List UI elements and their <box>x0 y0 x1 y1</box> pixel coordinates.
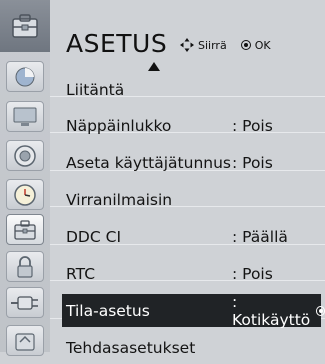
menu-item-nappainlukko[interactable]: Näppäinlukko : Pois <box>62 109 321 142</box>
menu-item-value: : Kotikäyttö <box>232 292 311 329</box>
usb-icon[interactable] <box>6 325 44 356</box>
menu-item-label: Näppäinlukko <box>66 116 172 135</box>
menu-item-label: RTC <box>66 264 96 283</box>
menu-item-label: Tehdasasetukset <box>66 338 196 357</box>
category-sidebar <box>0 0 50 356</box>
menu-item-ddc-ci[interactable]: DDC CI : Päällä <box>62 220 321 253</box>
ok-button-icon <box>240 40 251 50</box>
menu-item-label: DDC CI <box>66 227 122 246</box>
menu-item-liitanta[interactable]: Liitäntä <box>62 73 321 106</box>
picture-icon[interactable] <box>6 61 44 92</box>
nav-hint: Siirrä OK <box>180 38 271 52</box>
monitor-icon[interactable] <box>6 101 44 132</box>
menu-item-rtc[interactable]: RTC : Pois <box>62 257 321 290</box>
lock-icon[interactable] <box>6 251 44 282</box>
menu-item-value: : Pois <box>232 116 273 135</box>
nav-ok-label: OK <box>254 38 271 52</box>
settings-header-icon <box>0 0 50 52</box>
menu-item-tehdasasetukset[interactable]: Tehdasasetukset <box>62 331 321 364</box>
menu-item-label: Liitäntä <box>66 80 125 99</box>
menu-item-label: Tila-asetus <box>66 301 150 320</box>
speaker-icon[interactable] <box>6 140 44 171</box>
clock-icon[interactable] <box>6 179 44 210</box>
nav-ok-hint: OK <box>240 38 271 52</box>
menu-item-value: : Päällä <box>232 227 288 246</box>
nav-move-label: Siirrä <box>198 38 227 52</box>
menu-item-virranilmaisin[interactable]: Virranilmaisin <box>62 183 321 216</box>
nav-move-hint: Siirrä <box>180 38 227 52</box>
menu-item-label: Aseta käyttäjätunnus <box>66 153 231 172</box>
menu-item-value: : Pois <box>232 264 273 283</box>
menu-item-value-wrap: : Kotikäyttö <box>232 293 325 329</box>
move-arrows-icon <box>180 38 194 52</box>
menu-item-label: Virranilmaisin <box>66 190 173 209</box>
scroll-up-arrow-icon[interactable] <box>148 62 160 71</box>
menu-item-value: : Pois <box>232 153 273 172</box>
input-plug-icon[interactable] <box>6 287 44 318</box>
ok-select-icon <box>316 305 325 316</box>
osd-window: ASETUS Siirrä OK Liitäntä Näppäinlukko :… <box>0 0 325 357</box>
menu-item-tila-asetus[interactable]: Tila-asetus : Kotikäyttö <box>62 293 325 329</box>
page-title: ASETUS <box>66 29 168 58</box>
menu-item-aseta-kayttajatunnus[interactable]: Aseta käyttäjätunnus : Pois <box>62 146 321 179</box>
settings-toolbox-icon[interactable] <box>6 214 44 245</box>
